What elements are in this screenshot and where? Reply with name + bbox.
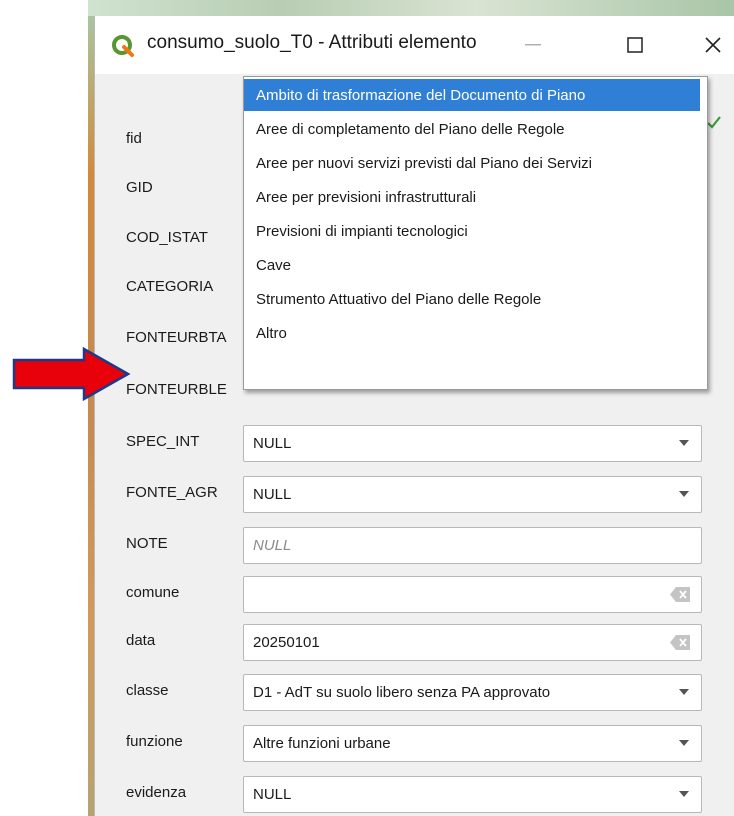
dropdown-option[interactable]: Aree di completamento del Piano delle Re… xyxy=(244,113,700,145)
red-arrow-icon xyxy=(12,347,131,401)
spec_int-combobox[interactable]: NULL xyxy=(243,425,702,462)
field-label-classe: classe xyxy=(126,682,169,699)
title-bar[interactable]: consumo_suolo_T0 - Attributi elemento xyxy=(95,16,734,74)
clear-field-icon[interactable] xyxy=(670,587,690,602)
field-value: D1 - AdT su suolo libero senza PA approv… xyxy=(253,684,551,701)
field-label-spec_int: SPEC_INT xyxy=(126,433,200,450)
field-value: Altre funzioni urbane xyxy=(253,735,391,752)
field-value: NULL xyxy=(253,486,292,503)
dropdown-option-label: Aree di completamento del Piano delle Re… xyxy=(256,121,565,138)
maximize-button[interactable] xyxy=(615,28,655,62)
field-label-note: NOTE xyxy=(126,535,168,552)
clear-field-icon[interactable] xyxy=(670,635,690,650)
classe-combobox[interactable]: D1 - AdT su suolo libero senza PA approv… xyxy=(243,674,702,711)
field-label-fid: fid xyxy=(126,130,142,147)
chevron-down-icon[interactable] xyxy=(679,791,689,797)
dropdown-option[interactable]: Cave xyxy=(244,249,700,281)
chevron-down-icon[interactable] xyxy=(679,491,689,497)
chevron-down-icon[interactable] xyxy=(679,689,689,695)
fonte_agr-combobox[interactable]: NULL xyxy=(243,476,702,513)
dropdown-option-label: Previsioni di impianti tecnologici xyxy=(256,223,468,240)
window-title: consumo_suolo_T0 - Attributi elemento xyxy=(147,32,477,53)
evidenza-combobox[interactable]: NULL xyxy=(243,776,702,813)
field-label-funzione: funzione xyxy=(126,733,183,750)
dropdown-option-label: Strumento Attuativo del Piano delle Rego… xyxy=(256,291,542,308)
field-label-evidenza: evidenza xyxy=(126,784,187,801)
dropdown-option[interactable]: Strumento Attuativo del Piano delle Rego… xyxy=(244,283,700,315)
field-label-data: data xyxy=(126,632,156,649)
dropdown-option-label: Altro xyxy=(256,325,287,342)
chevron-down-icon[interactable] xyxy=(679,440,689,446)
field-value: 20250101 xyxy=(253,634,320,651)
field-value: NULL xyxy=(253,786,292,803)
field-label-comune: comune xyxy=(126,584,180,601)
close-button[interactable] xyxy=(693,28,733,62)
categoria-dropdown-list[interactable]: Ambito di trasformazione del Documento d… xyxy=(243,76,708,390)
dropdown-option[interactable]: Previsioni di impianti tecnologici xyxy=(244,215,700,247)
dropdown-option[interactable]: Ambito di trasformazione del Documento d… xyxy=(244,79,700,111)
field-label-gid: GID xyxy=(126,179,153,196)
note-input[interactable]: NULL xyxy=(243,527,702,564)
comune-input[interactable] xyxy=(243,576,702,613)
dropdown-option-label: Cave xyxy=(256,257,292,274)
dropdown-option[interactable]: Aree per nuovi servizi previsti dal Pian… xyxy=(244,147,700,179)
dropdown-option-label: Aree per nuovi servizi previsti dal Pian… xyxy=(256,155,592,172)
minimize-button[interactable] xyxy=(513,28,553,62)
dropdown-option[interactable]: Aree per previsioni infrastrutturali xyxy=(244,181,700,213)
field-label-fonte_agr: FONTE_AGR xyxy=(126,484,218,501)
field-label-fonteurble: FONTEURBLE xyxy=(126,381,227,398)
field-placeholder: NULL xyxy=(253,537,292,554)
field-label-cod_istat: COD_ISTAT xyxy=(126,229,208,246)
field-label-fonteurbta: FONTEURBTA xyxy=(126,329,227,346)
funzione-combobox[interactable]: Altre funzioni urbane xyxy=(243,725,702,762)
field-label-categoria: CATEGORIA xyxy=(126,278,214,295)
dropdown-option-label: Ambito di trasformazione del Documento d… xyxy=(256,87,586,104)
field-value: NULL xyxy=(253,435,292,452)
data-input[interactable]: 20250101 xyxy=(243,624,702,661)
attribute-dialog: consumo_suolo_T0 - Attributi elemento fi… xyxy=(94,16,734,816)
qgis-logo-icon xyxy=(111,34,135,58)
chevron-down-icon[interactable] xyxy=(679,740,689,746)
valid-check-icon xyxy=(707,112,721,135)
dropdown-option-label: Aree per previsioni infrastrutturali xyxy=(256,189,477,206)
dropdown-option[interactable]: Altro xyxy=(244,317,700,349)
